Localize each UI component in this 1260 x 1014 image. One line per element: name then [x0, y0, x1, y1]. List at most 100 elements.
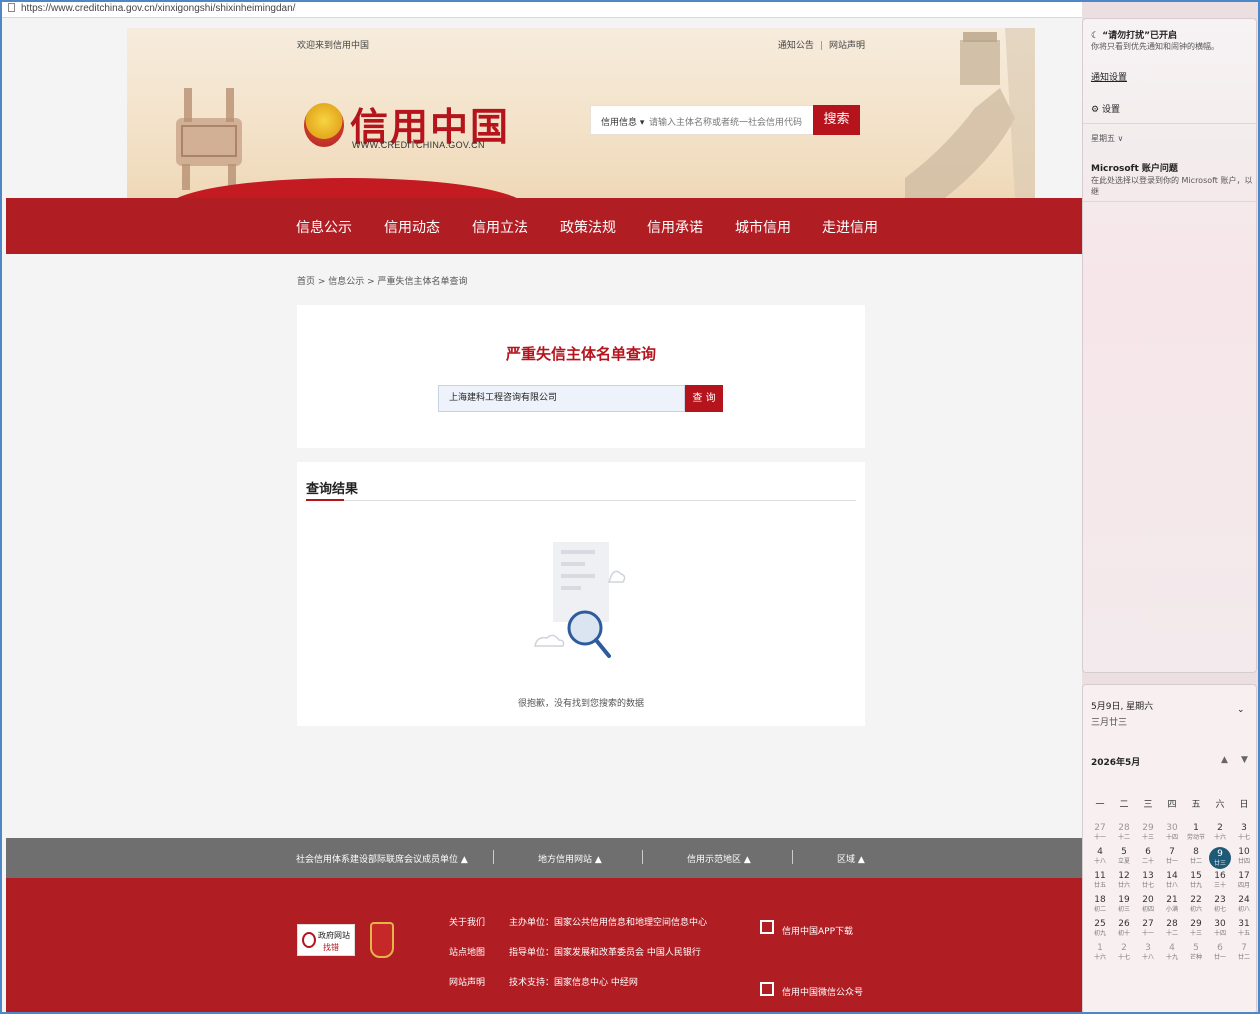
calendar-weekday: 六	[1215, 800, 1225, 810]
calendar-weekday: 二	[1119, 800, 1129, 810]
ms-account-title[interactable]: Microsoft 账户问题	[1091, 161, 1178, 174]
notification-group-header[interactable]: 星期五 ∨	[1091, 133, 1123, 144]
calendar-day[interactable]: 26 初十	[1113, 919, 1135, 939]
site-footer: 政府网站 找错 关于我们 站点地图 网站声明 主办单位：国家公共信用信息和地理空…	[6, 878, 1082, 1014]
calendar-day[interactable]: 29 十三	[1185, 919, 1207, 939]
calendar-day[interactable]: 27 十一	[1137, 919, 1159, 939]
calendar-day[interactable]: 29 十三	[1137, 823, 1159, 843]
calendar-day[interactable]: 30 十四	[1209, 919, 1231, 939]
search-scope-select[interactable]: 信用信息 ▾	[601, 115, 644, 128]
calendar-day[interactable]: 28 十二	[1113, 823, 1135, 843]
footer-about-link[interactable]: 关于我们	[449, 915, 485, 928]
nav-item-legislation[interactable]: 信用立法	[472, 217, 528, 237]
party-emblem-icon[interactable]	[370, 922, 394, 958]
nav-item-info[interactable]: 信息公示	[296, 217, 352, 237]
statement-link[interactable]: 网站声明	[829, 41, 865, 51]
calendar-day[interactable]: 5 立夏	[1113, 847, 1135, 867]
calendar-day[interactable]: 20 初四	[1137, 895, 1159, 915]
ms-account-desc[interactable]: 在此处选择以登录到你的 Microsoft 账户，以继	[1091, 175, 1256, 197]
calendar-day[interactable]: 5 芒种	[1185, 943, 1207, 963]
calendar-day[interactable]: 9 廿三	[1209, 847, 1231, 869]
header-search-button[interactable]: 搜索	[813, 105, 860, 135]
wechat-link[interactable]: 信用中国微信公众号	[782, 985, 863, 998]
header-search[interactable]: 信用信息 ▾ 请输入主体名称或者统一社会信用代码 搜索	[590, 105, 860, 135]
calendar-day[interactable]: 15 廿九	[1185, 871, 1207, 891]
calendar-day[interactable]: 3 十八	[1137, 943, 1159, 963]
nav-item-city[interactable]: 城市信用	[735, 217, 791, 237]
region-dropdown[interactable]: 区域 ▲	[837, 852, 865, 865]
calendar-day[interactable]: 24 初八	[1233, 895, 1255, 915]
magnifier-icon	[302, 932, 316, 948]
calendar-lunar: 三月廿三	[1091, 718, 1128, 728]
calendar-day[interactable]: 3 十七	[1233, 823, 1255, 843]
calendar-weekday: 五	[1191, 800, 1201, 810]
nav-item-about[interactable]: 走进信用	[822, 217, 878, 237]
calendar-day[interactable]: 11 廿五	[1089, 871, 1111, 891]
calendar-weekday: 一	[1095, 800, 1105, 810]
calendar-day[interactable]: 27 十一	[1089, 823, 1111, 843]
calendar-day[interactable]: 7 廿一	[1161, 847, 1183, 867]
footer-support: 技术支持：国家信息中心 中经网	[509, 978, 638, 988]
calendar-day[interactable]: 14 廿八	[1161, 871, 1183, 891]
calendar-day[interactable]: 1 劳动节	[1185, 823, 1207, 843]
calendar-date: 5月9日, 星期六	[1091, 702, 1154, 712]
footer-sitemap-link[interactable]: 站点地图	[449, 945, 485, 958]
calendar-day[interactable]: 7 廿二	[1233, 943, 1255, 963]
gear-icon: ⚙	[1091, 105, 1100, 115]
url-text[interactable]: https://www.creditchina.gov.cn/xinxigong…	[21, 3, 295, 14]
next-month-icon[interactable]: ▼	[1241, 755, 1248, 765]
page-icon	[8, 3, 15, 12]
calendar-day[interactable]: 2 十六	[1209, 823, 1231, 843]
calendar-day[interactable]: 4 十九	[1161, 943, 1183, 963]
calendar-day[interactable]: 17 四月	[1233, 871, 1255, 891]
gov-site-error-badge[interactable]: 政府网站 找错	[297, 924, 355, 956]
settings-link[interactable]: ⚙ 设置	[1091, 102, 1120, 115]
calendar-day[interactable]: 19 初三	[1113, 895, 1135, 915]
nav-item-commitment[interactable]: 信用承诺	[647, 217, 703, 237]
calendar-day[interactable]: 6 廿一	[1209, 943, 1231, 963]
results-card: 查询结果 很抱歉，没有找到您搜索的数据	[297, 462, 865, 726]
notification-settings-link[interactable]: 通知设置	[1091, 70, 1127, 83]
calendar-day[interactable]: 30 十四	[1161, 823, 1183, 843]
results-divider	[306, 500, 856, 501]
nav-item-policy[interactable]: 政策法规	[560, 217, 616, 237]
calendar-day[interactable]: 13 廿七	[1137, 871, 1159, 891]
nav-item-news[interactable]: 信用动态	[384, 217, 440, 237]
dnd-title: ☾ “请勿打扰”已开启	[1091, 31, 1178, 41]
calendar-day[interactable]: 21 小满	[1161, 895, 1183, 915]
no-data-illustration	[534, 542, 626, 658]
calendar-weekday: 日	[1239, 800, 1249, 810]
local-sites-dropdown[interactable]: 地方信用网站 ▲	[538, 852, 602, 865]
calendar-day[interactable]: 2 十七	[1113, 943, 1135, 963]
divider	[642, 850, 643, 864]
calendar-day[interactable]: 8 廿二	[1185, 847, 1207, 867]
results-title: 查询结果	[306, 482, 359, 497]
calendar-day[interactable]: 6 二十	[1137, 847, 1159, 867]
calendar-day[interactable]: 16 三十	[1209, 871, 1231, 891]
top-links: 通知公告 | 网站声明	[777, 41, 865, 51]
member-units-dropdown[interactable]: 社会信用体系建设部际联席会议成员单位 ▲	[296, 852, 468, 865]
collapse-chevron-icon[interactable]: ⌄	[1237, 705, 1245, 715]
calendar-day[interactable]: 4 十八	[1089, 847, 1111, 867]
calendar-day[interactable]: 28 十二	[1161, 919, 1183, 939]
site-domain: WWW.CREDITCHINA.GOV.CN	[352, 140, 485, 150]
dnd-icon: ☾	[1091, 31, 1100, 41]
calendar-day[interactable]: 10 廿四	[1233, 847, 1255, 867]
calendar-day[interactable]: 22 初六	[1185, 895, 1207, 915]
calendar-month[interactable]: 2026年5月	[1091, 755, 1140, 768]
demo-regions-dropdown[interactable]: 信用示范地区 ▲	[687, 852, 751, 865]
calendar-day[interactable]: 1 十六	[1089, 943, 1111, 963]
search-input[interactable]: 请输入主体名称或者统一社会信用代码	[649, 115, 802, 128]
address-bar[interactable]: https://www.creditchina.gov.cn/xinxigong…	[0, 0, 1082, 18]
calendar-day[interactable]: 31 十五	[1233, 919, 1255, 939]
calendar-day[interactable]: 12 廿六	[1113, 871, 1135, 891]
query-button[interactable]: 查 询	[685, 385, 723, 412]
app-download-link[interactable]: 信用中国APP下载	[782, 924, 853, 937]
notice-link[interactable]: 通知公告	[778, 41, 814, 51]
calendar-day[interactable]: 25 初九	[1089, 919, 1111, 939]
prev-month-icon[interactable]: ▲	[1221, 755, 1228, 765]
footer-statement-link[interactable]: 网站声明	[449, 975, 485, 988]
calendar-day[interactable]: 23 初七	[1209, 895, 1231, 915]
entity-name-input[interactable]: 上海建科工程咨询有限公司	[438, 385, 685, 412]
calendar-day[interactable]: 18 初二	[1089, 895, 1111, 915]
